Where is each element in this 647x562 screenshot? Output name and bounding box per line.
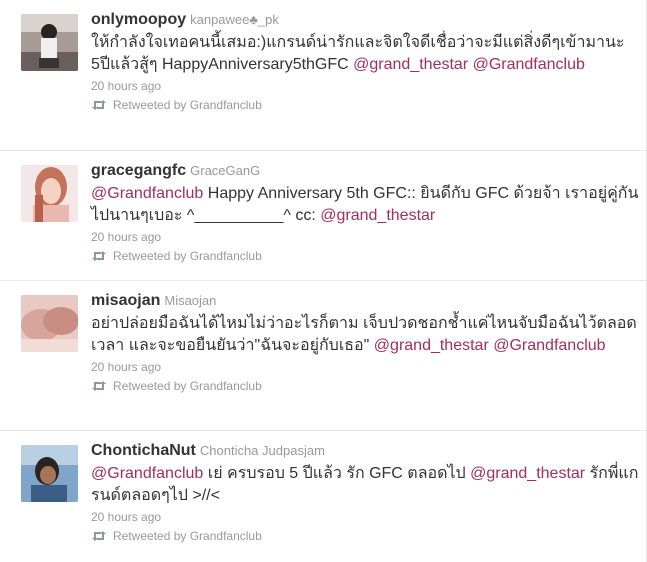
- tweet-header: gracegangfc GraceGanG: [91, 161, 640, 181]
- tweet-header: misaojan Misaojan: [91, 291, 640, 311]
- full-name[interactable]: Chonticha Judpasjam: [200, 443, 325, 458]
- avatar-onlymoopoy[interactable]: [21, 14, 78, 71]
- retweet-icon: [92, 381, 106, 391]
- tweet-timestamp[interactable]: 20 hours ago: [91, 508, 640, 526]
- retweeted-by[interactable]: Retweeted by Grandfanclub: [91, 96, 640, 114]
- tweet-text: อย่าปล่อยมือฉันได้ไหมไม่ว่าอะไรก็ตาม เจ็…: [91, 313, 640, 357]
- mention-link[interactable]: @grand_thestar: [320, 207, 435, 224]
- tweet-header: ChontichaNut Chonticha Judpasjam: [91, 441, 640, 461]
- avatar-misaojan[interactable]: [21, 295, 78, 352]
- tweet-header: onlymoopoy kanpawee♣_pk: [91, 10, 640, 30]
- tweet-text: @Grandfanclub เย่ ครบรอบ 5 ปีแล้ว รัก GF…: [91, 463, 640, 507]
- retweet-icon: [92, 251, 106, 261]
- mention-link[interactable]: @Grandfanclub: [493, 337, 605, 354]
- screen-name[interactable]: gracegangfc: [91, 162, 186, 179]
- retweeted-by[interactable]: Retweeted by Grandfanclub: [91, 377, 640, 395]
- screen-name[interactable]: misaojan: [91, 292, 160, 309]
- tweet-text-body: เย่ ครบรอบ 5 ปีแล้ว รัก GFC ตลอดไป: [203, 465, 471, 482]
- screen-name[interactable]: ChontichaNut: [91, 442, 196, 459]
- full-name[interactable]: kanpawee♣_pk: [190, 12, 279, 27]
- mention-link[interactable]: @Grandfanclub: [91, 185, 203, 202]
- screen-name[interactable]: onlymoopoy: [91, 11, 186, 28]
- tweet-timestamp[interactable]: 20 hours ago: [91, 228, 640, 246]
- retweet-icon: [92, 531, 106, 541]
- tweet-item[interactable]: ChontichaNut Chonticha Judpasjam @Grandfa…: [0, 431, 646, 562]
- retweeted-by-label: Retweeted by Grandfanclub: [113, 529, 262, 543]
- retweeted-by-label: Retweeted by Grandfanclub: [113, 379, 262, 393]
- mention-link[interactable]: @Grandfanclub: [91, 465, 203, 482]
- retweeted-by-label: Retweeted by Grandfanclub: [113, 249, 262, 263]
- tweet-item[interactable]: gracegangfc GraceGanG @Grandfanclub Happy…: [0, 151, 646, 281]
- full-name[interactable]: GraceGanG: [190, 163, 260, 178]
- avatar-gracegangfc[interactable]: [21, 165, 78, 222]
- tweet-item[interactable]: onlymoopoy kanpawee♣_pk ให้กำลังใจเทอคนนี…: [0, 0, 646, 151]
- retweeted-by[interactable]: Retweeted by Grandfanclub: [91, 527, 640, 545]
- mention-link[interactable]: @grand_thestar: [470, 465, 585, 482]
- tweet-timestamp[interactable]: 20 hours ago: [91, 358, 640, 376]
- mention-link[interactable]: @grand_thestar: [374, 337, 489, 354]
- retweet-icon: [92, 100, 106, 110]
- retweeted-by-label: Retweeted by Grandfanclub: [113, 98, 262, 112]
- tweet-item[interactable]: misaojan Misaojan อย่าปล่อยมือฉันได้ไหมไม…: [0, 281, 646, 431]
- mention-link[interactable]: @Grandfanclub: [473, 56, 585, 73]
- full-name[interactable]: Misaojan: [164, 293, 216, 308]
- tweet-timeline: onlymoopoy kanpawee♣_pk ให้กำลังใจเทอคนนี…: [0, 0, 647, 562]
- tweet-text: @Grandfanclub Happy Anniversary 5th GFC:…: [91, 183, 640, 227]
- avatar-chontichanut[interactable]: [21, 445, 78, 502]
- retweeted-by[interactable]: Retweeted by Grandfanclub: [91, 247, 640, 265]
- tweet-text: ให้กำลังใจเทอคนนี้เสมอ:)แกรนด์น่ารักและจ…: [91, 32, 640, 76]
- tweet-timestamp[interactable]: 20 hours ago: [91, 77, 640, 95]
- mention-link[interactable]: @grand_thestar: [353, 56, 468, 73]
